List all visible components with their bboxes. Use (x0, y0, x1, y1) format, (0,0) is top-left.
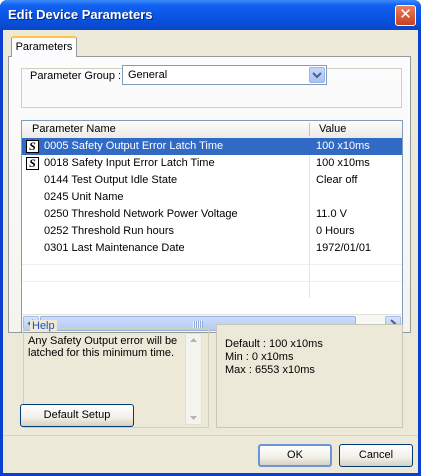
row-name: 0144 Test Output Idle State (44, 174, 178, 186)
table-row[interactable]: 0245 Unit Name (22, 189, 402, 206)
safety-icon: S (26, 140, 39, 153)
row-name: 0018 Safety Input Error Latch Time (44, 157, 215, 169)
header-divider (309, 123, 310, 136)
grid-header: Parameter Name Value (22, 121, 402, 139)
ok-button[interactable]: OK (258, 444, 332, 467)
cancel-button[interactable]: Cancel (339, 444, 413, 467)
row-value: Clear off (316, 174, 358, 186)
help-legend: Help (30, 320, 57, 332)
parameter-group-select[interactable]: General (122, 65, 327, 85)
default-value-text: Default : 100 x10ms (225, 338, 323, 350)
dialog-window: Edit Device Parameters ✕ Parameters Para… (0, 0, 421, 476)
row-name: 0005 Safety Output Error Latch Time (44, 140, 224, 152)
safety-icon: S (26, 157, 39, 170)
tab-parameters[interactable]: Parameters (11, 36, 77, 57)
default-setup-button[interactable]: Default Setup (20, 404, 134, 427)
separator (3, 435, 418, 436)
table-row[interactable]: S 0018 Safety Input Error Latch Time 100… (22, 155, 402, 172)
row-name: 0250 Threshold Network Power Voltage (44, 208, 238, 220)
row-value: 0 Hours (316, 225, 355, 237)
row-line (22, 281, 402, 282)
tab-panel: Parameter Group : General Parameter Name… (8, 56, 411, 333)
dialog-body: Parameters Parameter Group : General Par… (3, 30, 418, 473)
table-row[interactable]: 0144 Test Output Idle State Clear off (22, 172, 402, 189)
chevron-down-icon[interactable] (309, 67, 325, 83)
row-line (22, 264, 402, 265)
column-header-name[interactable]: Parameter Name (32, 123, 116, 135)
parameter-group-value: General (128, 69, 168, 81)
table-row[interactable]: 0250 Threshold Network Power Voltage 11.… (22, 206, 402, 223)
help-scrollbar[interactable] (185, 333, 202, 425)
scrollbar-arrows-icon (190, 338, 197, 420)
close-button[interactable]: ✕ (395, 5, 416, 26)
min-value-text: Min : 0 x10ms (225, 351, 294, 363)
table-row[interactable]: S 0005 Safety Output Error Latch Time 10… (22, 138, 402, 155)
table-row[interactable]: 0301 Last Maintenance Date 1972/01/01 (22, 240, 402, 257)
help-text: Any Safety Output error will be latched … (28, 335, 178, 359)
parameter-grid: Parameter Name Value S 0005 Safety Outpu… (21, 120, 403, 332)
row-value: 11.0 V (316, 208, 347, 220)
parameter-group-label: Parameter Group : (30, 70, 122, 82)
grip-icon (193, 321, 203, 328)
row-name: 0245 Unit Name (44, 191, 124, 203)
row-value: 1972/01/01 (316, 242, 372, 254)
row-value: 100 x10ms (316, 140, 370, 152)
table-row[interactable]: 0252 Threshold Run hours 0 Hours (22, 223, 402, 240)
row-value: 100 x10ms (316, 157, 370, 169)
row-name: 0301 Last Maintenance Date (44, 242, 185, 254)
row-name: 0252 Threshold Run hours (44, 225, 175, 237)
window-title: Edit Device Parameters (8, 7, 153, 22)
max-value-text: Max : 6553 x10ms (225, 364, 315, 376)
range-info-box: Default : 100 x10ms Min : 0 x10ms Max : … (216, 324, 403, 428)
title-bar[interactable]: Edit Device Parameters ✕ (0, 0, 421, 30)
column-header-value[interactable]: Value (319, 123, 346, 135)
